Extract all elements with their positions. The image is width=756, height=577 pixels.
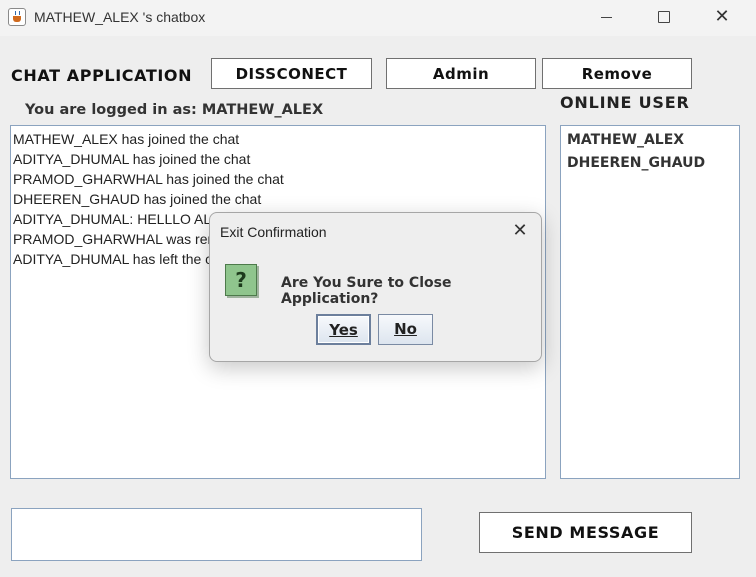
yes-button[interactable]: Yes xyxy=(316,314,371,345)
window-close-button[interactable]: ✕ xyxy=(694,0,750,36)
exit-confirmation-dialog: Exit Confirmation ✕ ? Are You Sure to Cl… xyxy=(209,212,542,362)
dialog-body: ? Are You Sure to Close Application? Yes… xyxy=(210,249,541,361)
remove-button[interactable]: Remove xyxy=(542,58,692,89)
chat-message: PRAMOD_GHARWHAL has joined the chat xyxy=(13,171,284,187)
dialog-title: Exit Confirmation xyxy=(220,224,327,240)
no-button[interactable]: No xyxy=(378,314,433,345)
dialog-message: Are You Sure to Close Application? xyxy=(281,275,452,307)
maximize-icon xyxy=(658,11,670,23)
close-icon: ✕ xyxy=(714,6,730,27)
question-icon: ? xyxy=(225,264,257,296)
admin-button[interactable]: Admin xyxy=(386,58,536,89)
chat-message: MATHEW_ALEX has joined the chat xyxy=(13,131,240,147)
message-input[interactable] xyxy=(11,508,422,561)
disconnect-button[interactable]: DISSCONECT xyxy=(211,58,372,89)
dialog-close-button[interactable]: ✕ xyxy=(510,221,530,241)
app-heading: CHAT APPLICATION xyxy=(11,66,193,85)
online-users-title: ONLINE USER xyxy=(560,93,690,112)
title-bar: MATHEW_ALEX 's chatbox ✕ xyxy=(0,0,756,36)
online-user-item[interactable]: MATHEW_ALEX xyxy=(567,129,733,152)
java-app-icon xyxy=(8,8,26,26)
maximize-button[interactable] xyxy=(636,0,692,36)
chat-message: DHEEREN_GHAUD has joined the chat xyxy=(13,191,262,207)
logged-in-label: You are logged in as: MATHEW_ALEX xyxy=(25,102,324,118)
online-user-item[interactable]: DHEEREN_GHAUD xyxy=(567,152,733,175)
window-title: MATHEW_ALEX 's chatbox xyxy=(34,9,206,25)
minimize-icon xyxy=(601,17,612,18)
chat-message: ADITYA_DHUMAL has joined the chat xyxy=(13,151,251,167)
online-user-list[interactable]: MATHEW_ALEX DHEEREN_GHAUD xyxy=(560,125,740,479)
send-message-button[interactable]: SEND MESSAGE xyxy=(479,512,692,553)
minimize-button[interactable] xyxy=(578,0,634,36)
